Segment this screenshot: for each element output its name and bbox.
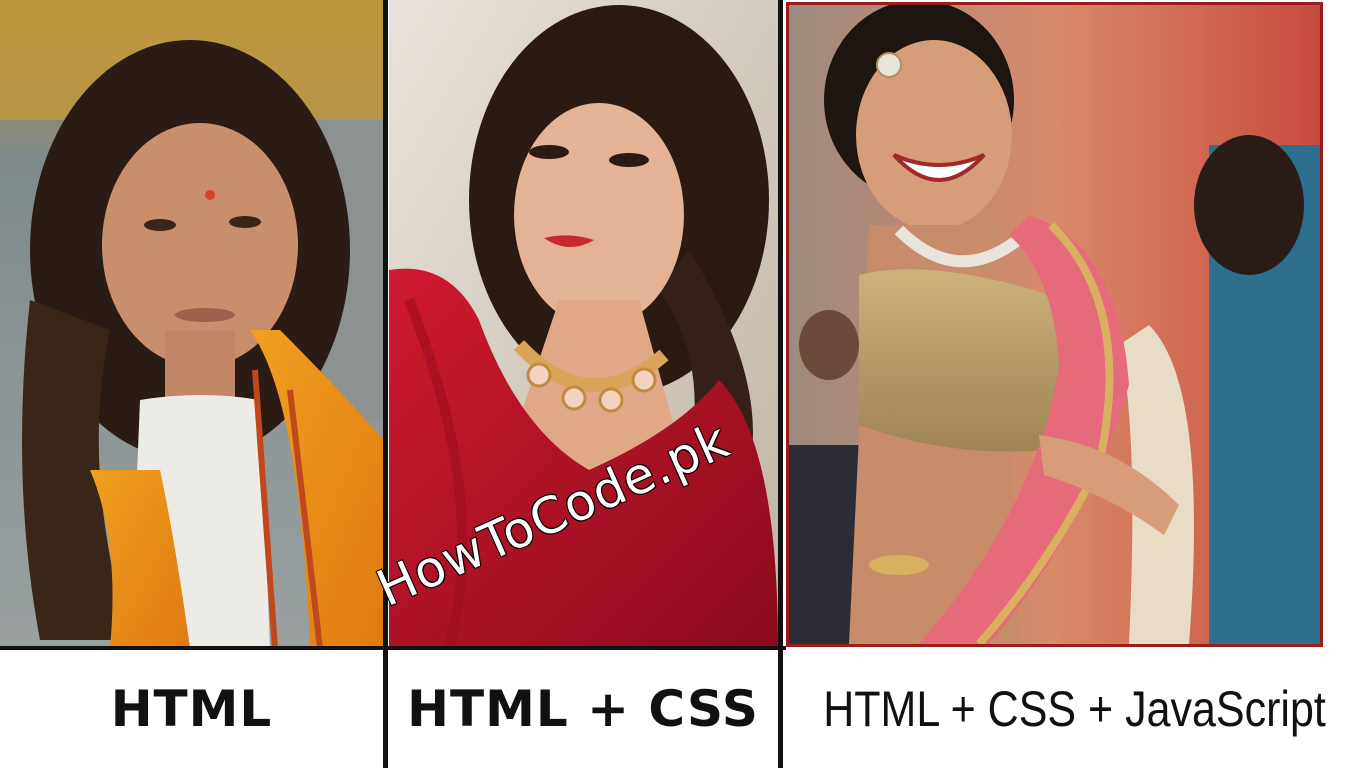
vertical-divider-2 xyxy=(778,0,783,768)
photo-panel-html-css xyxy=(389,0,778,648)
caption-html: HTML xyxy=(110,680,273,738)
styled-look-photo xyxy=(389,0,778,648)
caption-html-css: HTML + CSS xyxy=(407,680,759,738)
caption-html-css-javascript: HTML + CSS + JavaScript xyxy=(823,681,1326,737)
photo-panel-html-css-javascript xyxy=(786,2,1323,647)
meme-page: HowToCode.pk HTML HTML + CSS HTML + CSS … xyxy=(0,0,1366,768)
photo-panel-html xyxy=(0,0,384,648)
plain-look-photo xyxy=(0,0,384,648)
animated-look-photo xyxy=(789,5,1320,644)
